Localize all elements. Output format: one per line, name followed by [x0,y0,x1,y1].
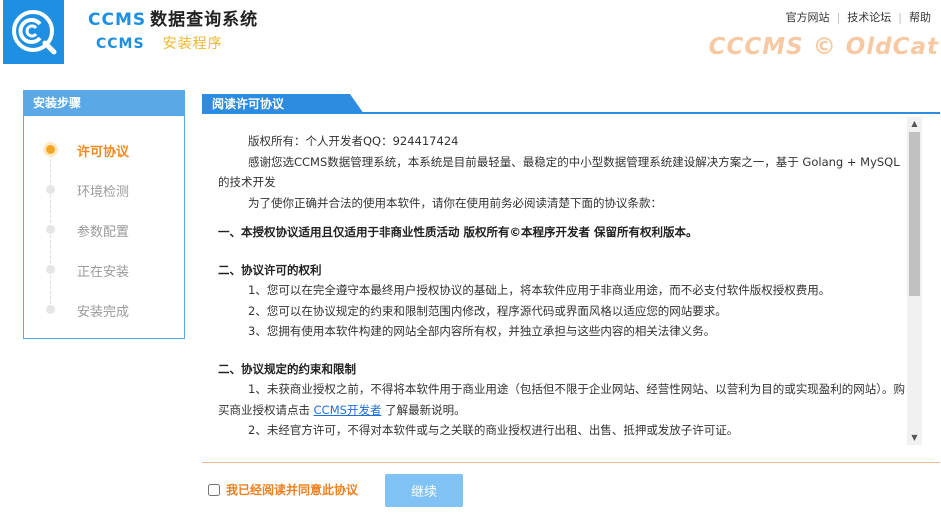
app-subtitle-latin: CCMS [96,36,145,52]
step-env-check: 环境检测 [24,170,184,210]
continue-button[interactable]: 继续 [385,474,463,507]
scroll-thumb[interactable] [909,132,920,296]
step-config: 参数配置 [24,210,184,250]
license-intro: 感谢您选CCMS数据管理系统，本系统是目前最轻量、最稳定的中小型数据管理系统建设… [218,154,900,190]
step-done: 安装完成 [24,290,184,330]
step-dot-icon [46,265,55,274]
app-name-latin: CCMS [88,10,147,30]
step-dot-icon [46,225,55,234]
step-label: 许可协议 [77,144,130,160]
license-scrollbar[interactable]: ▲ ▼ [907,117,922,445]
top-links: 官方网站 | 技术论坛 | 帮助 [786,9,931,25]
license-section-1: 一、本授权协议适用且仅适用于非商业性质活动 版权所有©本程序开发者 保留所有权利… [218,225,698,239]
license-copyright: 版权所有：个人开发者QQ：924417424 [248,134,459,148]
app-name-cn: 数据查询系统 [150,10,259,30]
app-logo [3,0,64,64]
app-subtitle-cn: 安装程序 [162,36,223,52]
scroll-up-arrow-icon[interactable]: ▲ [907,117,922,131]
agree-label: 我已经阅读并同意此协议 [226,483,359,497]
scroll-down-arrow-icon[interactable]: ▼ [907,431,922,445]
sidebar-title: 安装步骤 [24,91,184,116]
link-separator: | [898,11,902,24]
license-text-area[interactable]: 版权所有：个人开发者QQ：924417424 感谢您选CCMS数据管理系统，本系… [208,117,922,445]
step-dot-icon [46,305,55,314]
step-label: 安装完成 [77,304,130,320]
license-clause: 3、您拥有使用本软件构建的网站全部内容所有权，并独立承担与这些内容的相关法律义务… [248,324,716,338]
step-label: 环境检测 [77,184,130,200]
step-license: 许可协议 [24,130,184,170]
agree-checkbox-row[interactable]: 我已经阅读并同意此协议 [208,481,358,498]
steps-list: 许可协议 环境检测 参数配置 正在安装 安装完成 [24,130,184,330]
ccms-developer-link[interactable]: CCMS开发者 [314,403,382,417]
link-tech-forum[interactable]: 技术论坛 [847,11,891,24]
link-official-site[interactable]: 官方网站 [786,11,830,24]
ccms-logo-icon [11,10,56,55]
step-label: 参数配置 [77,224,130,240]
license-content: 版权所有：个人开发者QQ：924417424 感谢您选CCMS数据管理系统，本系… [208,117,922,441]
step-installing: 正在安装 [24,250,184,290]
license-section-3-title: 二、协议规定的约束和限制 [218,361,356,376]
link-help[interactable]: 帮助 [909,11,931,24]
license-clause: 1、您可以在完全遵守本最终用户授权协议的基础上，将本软件应用于非商业用途，而不必… [248,283,831,297]
install-steps-sidebar: 安装步骤 许可协议 环境检测 参数配置 正在安装 安装完成 [23,90,185,339]
app-subtitle: CCMS 安装程序 [96,33,223,53]
link-separator: | [836,11,841,24]
license-clause-text: 了解最新说明。 [381,402,466,417]
step-label: 正在安装 [77,264,130,280]
panel-header: 阅读许可协议 [202,94,940,114]
app-name: CCMS 数据查询系统 [88,5,258,30]
step-dot-icon [46,185,55,194]
license-clause: 2、未经官方许可，不得对本软件或与之关联的商业授权进行出租、出售、抵押或发放子许… [248,423,739,437]
brand-watermark: CCCMS © OldCat [708,34,939,60]
license-clause: 2、您可以在协议规定的约束和限制范围内修改，程序源代码或界面风格以适应您的网站要… [248,303,727,318]
step-current-dot-icon [46,145,55,154]
license-clause: 1、未获商业授权之前，不得将本软件用于商业用途（包括但不限于企业网站、经营性网站… [218,379,910,420]
license-section-2-title: 二、协议许可的权利 [218,262,322,277]
agree-checkbox[interactable] [208,483,220,496]
panel-tab-title: 阅读许可协议 [202,94,364,114]
divider [202,462,940,463]
license-notice: 为了使你正确并合法的使用本软件，请你在使用前务必阅读清楚下面的协议条款： [248,195,662,210]
